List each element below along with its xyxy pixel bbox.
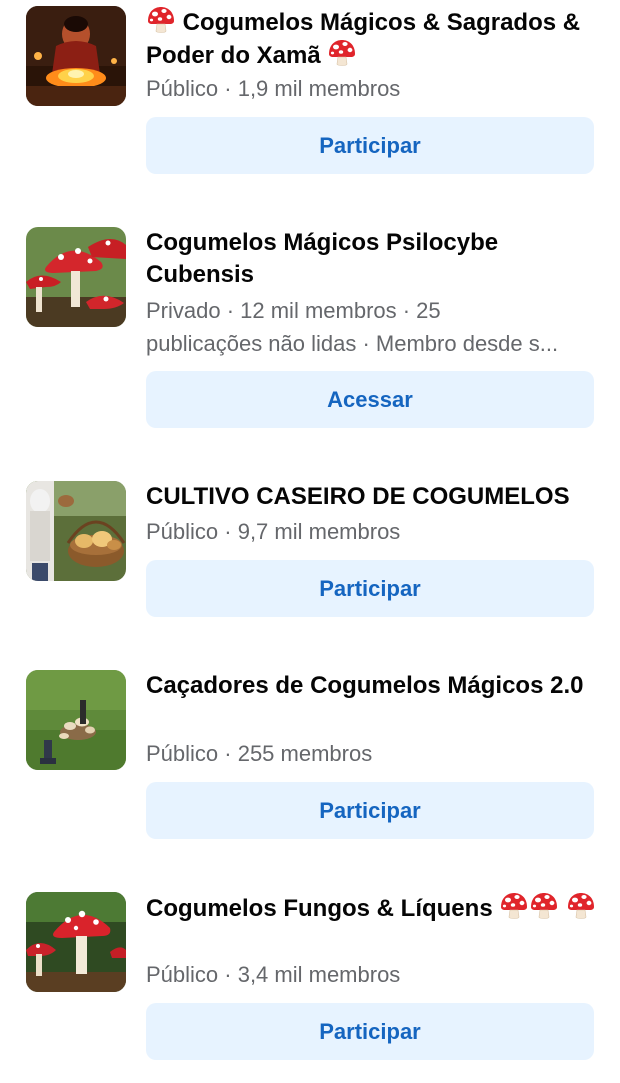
group-meta: Público · 9,7 mil membros: [146, 515, 601, 548]
join-group-button[interactable]: Participar: [146, 560, 594, 617]
group-meta-line: Público · 9,7 mil membros: [146, 519, 401, 544]
group-title[interactable]: Cogumelos Fungos & Líquens: [146, 892, 601, 925]
group-thumbnail-mushrooms-on-grass[interactable]: [26, 670, 126, 770]
group-meta: Privado · 12 mil membros · 25 publicaçõe…: [146, 294, 601, 360]
join-button-label: Participar: [319, 1018, 421, 1044]
access-button-label: Acessar: [327, 386, 413, 412]
join-group-button[interactable]: Participar: [146, 1003, 594, 1060]
group-meta-line: Privado · 12 mil membros · 25: [146, 298, 441, 323]
group-thumbnail-fly-agaric[interactable]: [26, 892, 126, 992]
mushroom-emoji-icon: [529, 892, 559, 920]
join-button-label: Participar: [319, 132, 421, 158]
group-meta: Público · 255 membros: [146, 737, 601, 770]
group-thumbnail-red-mushrooms[interactable]: [26, 227, 126, 327]
group-meta: Público · 3,4 mil membros: [146, 958, 601, 991]
group-meta-line: Público · 255 membros: [146, 741, 373, 766]
mushroom-emoji-icon: [327, 39, 357, 67]
group-thumbnail-mushroom-basket[interactable]: [26, 481, 126, 581]
group-meta-line: Público · 1,9 mil membros: [146, 76, 401, 101]
join-group-button[interactable]: Participar: [146, 782, 594, 839]
access-group-button[interactable]: Acessar: [146, 371, 594, 428]
group-title[interactable]: Cogumelos Mágicos Psilocybe Cubensis: [146, 227, 601, 291]
mushroom-emoji-icon: [566, 892, 596, 920]
mushroom-emoji-icon: [146, 6, 176, 34]
group-meta-line: Público · 3,4 mil membros: [146, 962, 401, 987]
group-thumbnail-shaman-fire[interactable]: [26, 6, 126, 106]
group-meta-line: publicações não lidas · Membro desde s..…: [146, 331, 559, 356]
join-button-label: Participar: [319, 575, 421, 601]
group-title[interactable]: Cogumelos Mágicos & Sagrados & Poder do …: [146, 6, 601, 72]
join-group-button[interactable]: Participar: [146, 117, 594, 174]
group-title[interactable]: CULTIVO CASEIRO DE COGUMELOS: [146, 481, 601, 513]
group-title[interactable]: Caçadores de Cogumelos Mágicos 2.0: [146, 670, 601, 702]
join-button-label: Participar: [319, 797, 421, 823]
mushroom-emoji-icon: [499, 892, 529, 920]
group-meta: Público · 1,9 mil membros: [146, 72, 601, 105]
